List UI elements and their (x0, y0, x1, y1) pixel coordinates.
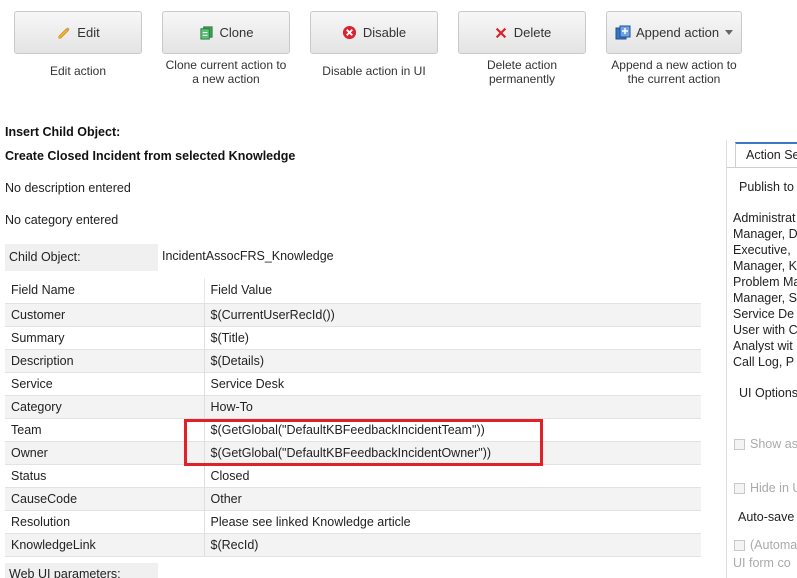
column-header-field-value: Field Value (204, 278, 701, 304)
field-name: KnowledgeLink (5, 533, 205, 557)
edit-description: Edit action (49, 64, 107, 78)
hide-in-checkbox[interactable] (734, 483, 745, 494)
field-name: Category (5, 395, 205, 419)
web-ui-parameters-label: Web UI parameters: (5, 563, 158, 578)
role-item: Analyst wit (733, 339, 793, 353)
field-value: $(CurrentUserRecId()) (204, 303, 701, 327)
role-item: Call Log, P (733, 355, 795, 369)
role-item: Executive, (733, 243, 791, 257)
table-row: Description $(Details) (5, 349, 701, 373)
show-as-label: Show as (750, 437, 797, 451)
disable-icon (342, 25, 358, 41)
clone-button[interactable]: Clone (162, 11, 290, 54)
disable-description: Disable action in UI (322, 64, 426, 78)
table-row: Category How-To (5, 395, 701, 419)
section-heading: Insert Child Object: (5, 125, 121, 139)
append-icon (615, 25, 631, 41)
column-header-field-name: Field Name (5, 278, 205, 304)
field-value: $(Title) (204, 326, 701, 350)
highlight-box (184, 419, 543, 466)
field-value: $(Details) (204, 349, 701, 373)
table-row: Resolution Please see linked Knowledge ar… (5, 510, 701, 534)
show-as-checkbox[interactable] (734, 439, 745, 450)
tab-action-settings[interactable]: Action Se (735, 142, 797, 167)
tab-divider (727, 167, 797, 168)
table-row: Status Closed (5, 464, 701, 488)
table-row: CauseCode Other (5, 487, 701, 511)
clone-button-label: Clone (219, 25, 254, 40)
automatic-label: (Automa (750, 538, 797, 552)
auto-save-label: Auto-save (738, 510, 795, 524)
field-name: Customer (5, 303, 205, 327)
roles-list: Administrat Manager, D Executive, Manage… (733, 210, 797, 370)
field-value: Closed (204, 464, 701, 488)
field-value: Service Desk (204, 372, 701, 396)
field-value: Other (204, 487, 701, 511)
description-text: No description entered (5, 181, 131, 195)
field-value: $(RecId) (204, 533, 701, 557)
field-name: Description (5, 349, 205, 373)
publish-to-label: Publish to (739, 180, 794, 194)
table-row: Service Service Desk (5, 372, 701, 396)
append-action-label: Append action (635, 25, 720, 40)
field-name: Status (5, 464, 205, 488)
action-settings-panel: Action Se Publish to Administrat Manager… (726, 140, 797, 578)
disable-button[interactable]: Disable (310, 11, 438, 54)
append-description: Append a new action to the current actio… (611, 58, 737, 86)
field-name: CauseCode (5, 487, 205, 511)
child-object-value: IncidentAssocFRS_Knowledge (162, 249, 334, 263)
field-name: Team (5, 418, 205, 442)
role-item: Manager, K (733, 259, 797, 273)
child-object-label: Child Object: (5, 244, 158, 271)
field-name: Owner (5, 441, 205, 465)
table-row: Summary $(Title) (5, 326, 701, 350)
clone-description: Clone current action to a new action (165, 58, 287, 86)
edit-button-label: Edit (77, 25, 100, 40)
table-row: Customer $(CurrentUserRecId()) (5, 303, 701, 327)
field-value: How-To (204, 395, 701, 419)
delete-x-icon (493, 25, 509, 41)
chevron-down-icon[interactable] (725, 30, 734, 35)
role-item: Manager, S (733, 291, 797, 305)
category-text: No category entered (5, 213, 119, 227)
role-item: Administrat (733, 211, 796, 225)
role-item: Manager, D (733, 227, 797, 241)
table-row: KnowledgeLink $(RecId) (5, 533, 701, 557)
field-name: Service (5, 372, 205, 396)
edit-button[interactable]: Edit (14, 11, 142, 54)
delete-description: Delete action permanently (486, 58, 558, 86)
append-action-button[interactable]: Append action (606, 11, 742, 54)
field-name: Resolution (5, 510, 205, 534)
ui-options-label: UI Options (739, 386, 797, 400)
delete-button-label: Delete (513, 25, 552, 40)
field-name: Summary (5, 326, 205, 350)
action-title: Create Closed Incident from selected Kno… (5, 149, 296, 163)
pencil-icon (56, 25, 72, 41)
automatic-checkbox[interactable] (734, 540, 745, 551)
hide-in-label: Hide in U (750, 481, 797, 495)
role-item: Service De (733, 307, 795, 321)
ui-form-label: UI form co (733, 556, 791, 570)
delete-button[interactable]: Delete (458, 11, 586, 54)
role-item: User with C (733, 323, 797, 337)
field-value: Please see linked Knowledge article (204, 510, 701, 534)
field-table: Field Name Field Value Customer $(Current… (5, 278, 701, 557)
clone-icon (199, 25, 215, 41)
role-item: Problem Ma (733, 275, 797, 289)
disable-button-label: Disable (362, 25, 407, 40)
